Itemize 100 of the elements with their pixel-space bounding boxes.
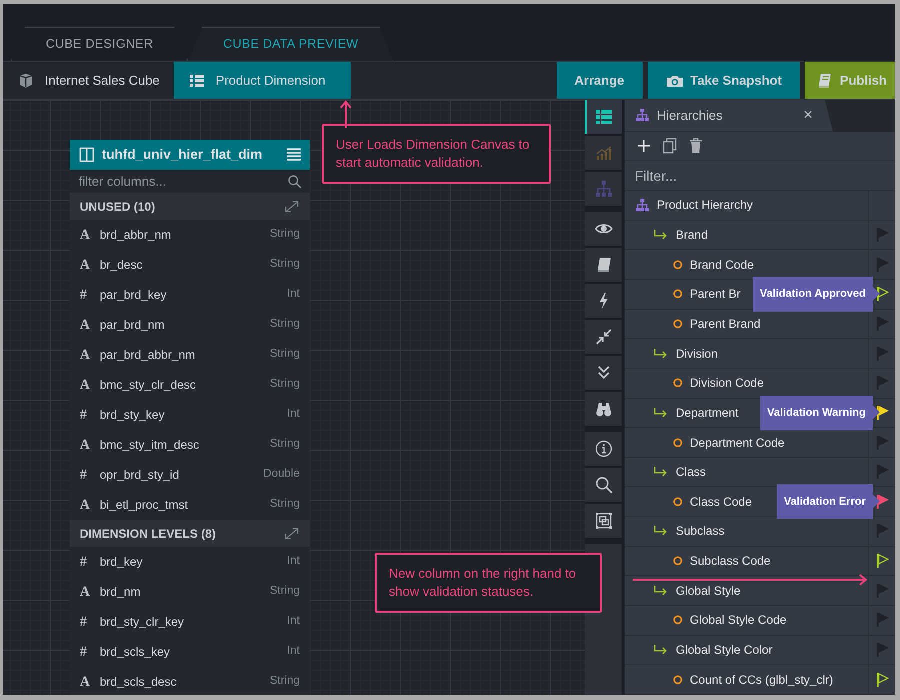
attribute-icon (673, 438, 683, 448)
callout-arrow (340, 100, 352, 128)
snapshot-button[interactable]: Take Snapshot (648, 62, 800, 99)
tree-item[interactable]: Division Code (625, 368, 868, 398)
tree-item[interactable]: Class (625, 458, 868, 486)
menu-icon[interactable] (286, 148, 302, 162)
column-name: brd_scls_key (100, 644, 172, 661)
expand-icon[interactable] (284, 200, 300, 214)
compress-button[interactable] (585, 320, 622, 354)
type-icon: # (80, 552, 100, 572)
item-label: Product Hierarchy (657, 197, 754, 214)
column-type: String (270, 437, 300, 452)
tooltip: Validation Error (777, 484, 880, 520)
item-label: Count of CCs (glbl_sty_clr) (690, 672, 834, 689)
table-title: tuhfd_univ_hier_flat_dim (102, 146, 263, 164)
column-name: par_brd_key (100, 287, 168, 304)
type-icon: # (80, 464, 100, 486)
item-label: Parent Br (690, 286, 741, 304)
column-name: bmc_sty_clr_desc (100, 377, 198, 394)
info-icon (594, 440, 612, 458)
app-tab[interactable]: CUBE DATA PREVIEW (188, 27, 394, 61)
column-type: Int (287, 614, 300, 630)
tree-item[interactable]: Brand Code (625, 250, 868, 279)
item-label: Department (676, 404, 739, 422)
column-name: brd_scls_desc (100, 674, 178, 691)
column-type: String (270, 227, 300, 242)
column-type: String (270, 347, 300, 362)
type-icon: A (80, 254, 100, 276)
tree-item[interactable]: Product Hierarchy (625, 190, 868, 220)
panel-tab[interactable]: Hierarchies × (625, 100, 833, 132)
tree-item[interactable]: Department Code (625, 428, 868, 457)
hierarchy-icon (635, 198, 650, 213)
column-type: String (270, 584, 300, 600)
search-button[interactable] (585, 468, 622, 502)
section-title: DIMENSION LEVELS (8) (80, 526, 216, 542)
binoculars-icon (594, 400, 612, 418)
chart-icon (594, 144, 612, 162)
attribute-icon (673, 556, 683, 566)
trash-icon[interactable] (689, 138, 703, 154)
panel-title: Hierarchies (657, 107, 723, 126)
column-type: String (270, 257, 300, 272)
tree-item[interactable]: Count of CCs (glbl_sty_clr) (625, 665, 868, 694)
close-button[interactable]: × (804, 104, 813, 128)
camera-icon (666, 74, 684, 88)
tree-item[interactable]: Global Style Code (625, 606, 868, 635)
type-icon: A (80, 314, 100, 336)
item-label: Brand Code (690, 256, 754, 274)
level-arrow-icon (653, 644, 669, 656)
filter-field[interactable]: filter columns... (79, 172, 288, 192)
hierarchy-icon (594, 180, 612, 198)
item-label: Subclass Code (690, 553, 771, 570)
tree-item[interactable]: Division (625, 339, 868, 368)
tree-item[interactable]: Parent Brand (625, 310, 868, 338)
attribute-icon (673, 378, 683, 388)
lightning-button[interactable] (585, 284, 622, 318)
column-name: bmc_sty_itm_desc (100, 437, 200, 454)
binoculars-button[interactable] (585, 392, 622, 426)
fit-screen-button[interactable] (585, 504, 622, 538)
item-label: Class (676, 464, 706, 482)
tree-item[interactable]: Subclass Code (625, 546, 868, 576)
tree-item[interactable]: Global Style (625, 576, 868, 606)
compress-icon (594, 328, 612, 346)
book-button[interactable] (585, 248, 622, 282)
level-arrow-icon (653, 525, 669, 538)
fit-screen-icon (594, 512, 612, 530)
copy-icon[interactable] (663, 138, 677, 154)
book-icon (817, 72, 834, 88)
type-icon: # (80, 612, 100, 632)
app-tab[interactable]: CUBE DESIGNER (11, 27, 188, 61)
arrange-button[interactable]: Arrange (556, 62, 643, 99)
column-name: br_desc (100, 257, 144, 274)
type-icon: A (80, 582, 100, 602)
section-title: UNUSED (10) (80, 198, 156, 216)
attribute-icon (673, 674, 683, 685)
type-icon: A (80, 672, 100, 692)
eye-button[interactable] (585, 212, 622, 246)
attribute-icon (673, 496, 683, 507)
column-type: Int (287, 644, 300, 660)
tree-item[interactable]: Brand (625, 220, 868, 250)
info-button[interactable] (585, 432, 622, 466)
item-label: Global Style Color (676, 642, 773, 660)
type-icon: # (80, 284, 100, 306)
search-icon (288, 174, 302, 188)
item-label: Parent Brand (690, 316, 761, 333)
table-button[interactable] (585, 100, 622, 134)
column-name: par_brd_nm (100, 317, 166, 334)
document-tab[interactable]: Product Dimension (174, 62, 351, 99)
tree-item[interactable]: Global Style Color (625, 636, 868, 664)
item-label: Global Style (676, 582, 741, 600)
expand-icon[interactable] (284, 526, 300, 540)
chevrons-down-button[interactable] (585, 356, 622, 390)
type-icon: A (80, 224, 100, 246)
tooltip: Validation Warning (760, 396, 880, 431)
add-icon[interactable] (637, 138, 651, 153)
callout: New column on the right hand to show validation statuses. (375, 553, 602, 613)
document-tab[interactable]: Internet Sales Cube (3, 62, 174, 99)
hierarchy-icon (635, 108, 650, 124)
column-type: String (270, 497, 300, 512)
level-arrow-icon (653, 584, 669, 597)
tree-item[interactable]: Subclass (625, 517, 868, 546)
